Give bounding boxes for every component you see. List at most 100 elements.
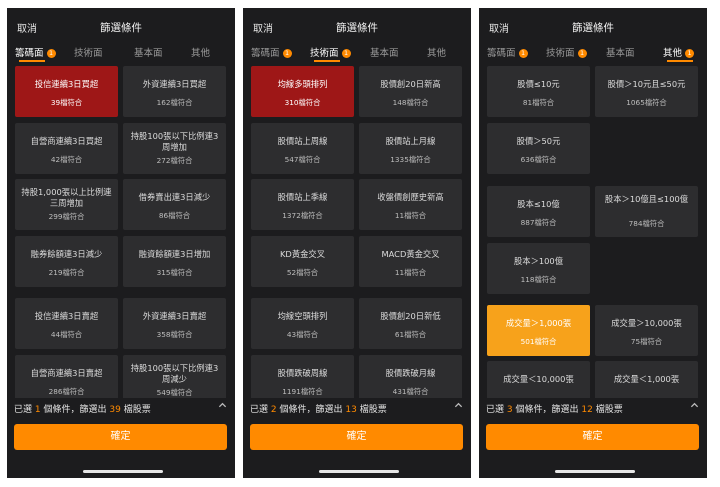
match-count: 549檔符合 [156, 388, 193, 397]
condition-card[interactable]: 股本≤10億 887檔符合 [487, 186, 590, 237]
summary-suffix: 檔股票 [123, 405, 151, 415]
condition-name: 收盤價創歷史新高 [377, 192, 444, 202]
condition-card[interactable]: 股本＞100億 118檔符合 [487, 243, 590, 294]
condition-name: 持股100張以下比例連3周減少 [130, 363, 219, 384]
tab-chips[interactable]: 籌碼面 1 [487, 45, 528, 59]
tab-technical[interactable]: 技術面 [74, 45, 103, 59]
tab-technical[interactable]: 技術面 1 [546, 45, 587, 59]
condition-name: 投信連續3日賣超 [34, 311, 99, 321]
tab-other[interactable]: 其他 [191, 45, 210, 59]
confirm-button[interactable]: 確定 [250, 424, 463, 450]
summary-prefix: 已選 [14, 405, 33, 415]
condition-card[interactable]: 股價站上周線 547檔符合 [251, 123, 354, 174]
condition-card[interactable]: 自營商連續3日買超 42檔符合 [15, 123, 118, 174]
condition-card[interactable]: 股價創20日新低 61檔符合 [359, 298, 462, 349]
match-count: 86檔符合 [158, 211, 191, 220]
active-tab-indicator [19, 60, 45, 62]
match-count: 784檔符合 [628, 219, 665, 228]
selection-footer: 已選 2 個條件，篩選出 13 檔股票確定 [243, 398, 471, 478]
condition-card[interactable]: 股價站上季線 1372檔符合 [251, 179, 354, 230]
selection-summary: 已選 2 個條件，篩選出 13 檔股票 [250, 402, 387, 415]
match-count: 315檔符合 [156, 268, 193, 277]
condition-card[interactable]: 均線空頭排列 43檔符合 [251, 298, 354, 349]
summary-middle: 個條件，篩選出 [279, 405, 343, 415]
tab-fundamental[interactable]: 基本面 [606, 45, 635, 59]
tab-chips[interactable]: 籌碼面 1 [251, 45, 292, 59]
match-count: 11檔符合 [394, 211, 427, 220]
summary-suffix: 檔股票 [359, 405, 387, 415]
tab-fundamental[interactable]: 基本面 [370, 45, 399, 59]
condition-card[interactable]: 外資連續3日賣超 358檔符合 [123, 298, 226, 349]
tab-other[interactable]: 其他 [427, 45, 446, 59]
header: 取消 篩選條件 [7, 8, 235, 42]
condition-card[interactable]: KD黃金交叉 52檔符合 [251, 236, 354, 287]
summary-conditions: 3 [506, 405, 513, 415]
condition-card[interactable]: 股價＞50元 636檔符合 [487, 123, 590, 174]
condition-name: 均線空頭排列 [277, 311, 328, 321]
confirm-button[interactable]: 確定 [486, 424, 699, 450]
selection-summary: 已選 3 個條件，篩選出 12 檔股票 [486, 402, 623, 415]
summary-prefix: 已選 [486, 405, 505, 415]
tab-label: 基本面 [606, 48, 635, 59]
condition-card[interactable]: 投信連續3日賣超 44檔符合 [15, 298, 118, 349]
selection-footer: 已選 1 個條件，篩選出 39 檔股票確定 [7, 398, 235, 478]
condition-card[interactable]: 收盤價創歷史新高 11檔符合 [359, 179, 462, 230]
condition-card[interactable]: 股價創20日新高 148檔符合 [359, 66, 462, 117]
condition-card[interactable]: 股價＞10元且≤50元 1065檔符合 [595, 66, 698, 117]
condition-card[interactable]: 股價站上月線 1335檔符合 [359, 123, 462, 174]
chevron-up-icon[interactable] [454, 401, 463, 413]
summary-middle: 個條件，篩選出 [43, 405, 107, 415]
match-count: 11檔符合 [394, 268, 427, 277]
match-count: 162檔符合 [156, 98, 193, 107]
home-indicator [83, 470, 163, 473]
condition-name: 自營商連續3日買超 [30, 136, 103, 146]
category-tabs: 籌碼面 1 技術面 1 基本面 其他 [243, 42, 471, 66]
active-tab-indicator [314, 60, 340, 62]
summary-suffix: 檔股票 [595, 405, 623, 415]
condition-card[interactable]: 成交量＞1,000張 501檔符合 [487, 305, 590, 356]
match-count: 1191檔符合 [282, 387, 323, 396]
tab-label: 技術面 [74, 48, 103, 59]
tab-label: 技術面 [546, 48, 575, 59]
tab-label: 技術面 [310, 48, 339, 59]
condition-card[interactable]: 投信連續3日買超 39檔符合 [15, 66, 118, 117]
condition-card[interactable]: 均線多頭排列 310檔符合 [251, 66, 354, 117]
tab-chips[interactable]: 籌碼面 1 [15, 45, 56, 59]
chevron-up-icon[interactable] [690, 401, 699, 413]
header: 取消 篩選條件 [479, 8, 707, 42]
selection-summary: 已選 1 個條件，篩選出 39 檔股票 [14, 402, 151, 415]
summary-middle: 個條件，篩選出 [515, 405, 579, 415]
tab-count-badge: 1 [685, 49, 695, 58]
condition-card[interactable]: 融資餘額連3日增加 315檔符合 [123, 236, 226, 287]
condition-card[interactable]: 持股100張以下比例連3周增加 272檔符合 [123, 123, 226, 174]
tab-fundamental[interactable]: 基本面 [134, 45, 163, 59]
condition-name: 股價站上季線 [277, 192, 328, 202]
condition-card[interactable]: 融券餘額連3日減少 219檔符合 [15, 236, 118, 287]
filter-panel-technical: 取消 篩選條件 籌碼面 1 技術面 1 基本面 其他 均線多頭排列 310檔符合 股價創20日新高 1… [243, 8, 471, 478]
condition-name: 股價站上周線 [277, 136, 328, 146]
tab-count-badge: 1 [518, 49, 528, 58]
tab-count-badge: 1 [282, 49, 292, 58]
chevron-up-icon[interactable] [218, 401, 227, 413]
tab-label: 籌碼面 [15, 48, 44, 59]
condition-name: 借券賣出連3日減少 [138, 192, 211, 202]
confirm-button[interactable]: 確定 [14, 424, 227, 450]
tab-label: 籌碼面 [487, 48, 516, 59]
condition-name: 股價站上月線 [385, 136, 436, 146]
tab-technical[interactable]: 技術面 1 [310, 45, 351, 59]
condition-card[interactable]: 外資連續3日買超 162檔符合 [123, 66, 226, 117]
summary-conditions: 2 [270, 405, 277, 415]
condition-card[interactable]: 成交量＞10,000張 75檔符合 [595, 305, 698, 356]
tab-label: 基本面 [370, 48, 399, 59]
filter-panel-chips: 取消 篩選條件籌碼面 1 技術面 基本面 其他投信連續3日買超 39檔符合 外資連續3日買超 1… [7, 8, 235, 478]
condition-name: 外資連續3日買超 [142, 79, 207, 89]
condition-card[interactable]: 借券賣出連3日減少 86檔符合 [123, 179, 226, 230]
condition-name: 融券餘額連3日減少 [30, 249, 103, 259]
condition-card[interactable]: MACD黃金交叉 11檔符合 [359, 236, 462, 287]
tab-other[interactable]: 其他 1 [663, 45, 695, 59]
condition-card[interactable]: 股本＞10億且≤100億 784檔符合 [595, 186, 698, 237]
condition-name: 股本＞100億 [513, 256, 564, 266]
condition-card[interactable]: 股價≤10元 81檔符合 [487, 66, 590, 117]
condition-name: 持股100張以下比例連3周增加 [130, 131, 219, 152]
condition-card[interactable]: 持股1,000張以上比例連三周增加 299檔符合 [15, 179, 118, 230]
